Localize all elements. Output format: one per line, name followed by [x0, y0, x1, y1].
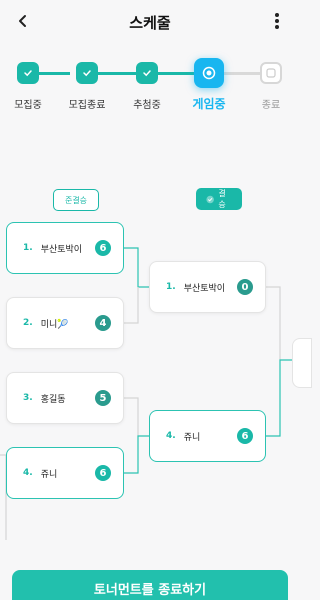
- player-name: 미니🎾: [40, 319, 69, 330]
- seed-number: 1.: [166, 282, 176, 292]
- player-name: 홍길동: [40, 394, 66, 405]
- score-badge: 4: [95, 315, 111, 331]
- end-tournament-button[interactable]: 토너먼트를 종료하기: [12, 570, 288, 600]
- seed-number: 3.: [23, 393, 33, 403]
- seed-number: 4.: [23, 468, 33, 478]
- score-badge: 6: [95, 240, 111, 256]
- match-card-semifinal-4[interactable]: 4. 쥬니 6: [6, 447, 124, 499]
- seed-number: 4.: [166, 431, 176, 441]
- seed-number: 1.: [23, 243, 33, 253]
- score-badge: 6: [237, 428, 253, 444]
- match-card-semifinal-2[interactable]: 2. 미니🎾 4: [6, 297, 124, 349]
- player-name: 부산토박이: [40, 244, 83, 255]
- score-badge: 5: [95, 390, 111, 406]
- player-name: 부산토박이: [183, 283, 226, 294]
- match-card-final-2[interactable]: 4. 쥬니 6: [149, 410, 266, 462]
- score-badge: 0: [237, 279, 253, 295]
- score-badge: 6: [95, 465, 111, 481]
- match-card-semifinal-3[interactable]: 3. 홍길동 5: [6, 372, 124, 424]
- player-name: 쥬니: [40, 469, 58, 480]
- player-name: 쥬니: [183, 432, 201, 443]
- seed-number: 2.: [23, 318, 33, 328]
- match-card-semifinal-1[interactable]: 1. 부산토박이 6: [6, 222, 124, 274]
- match-card-final-1[interactable]: 1. 부산토박이 0: [149, 261, 266, 313]
- champion-card-partial: [292, 338, 312, 388]
